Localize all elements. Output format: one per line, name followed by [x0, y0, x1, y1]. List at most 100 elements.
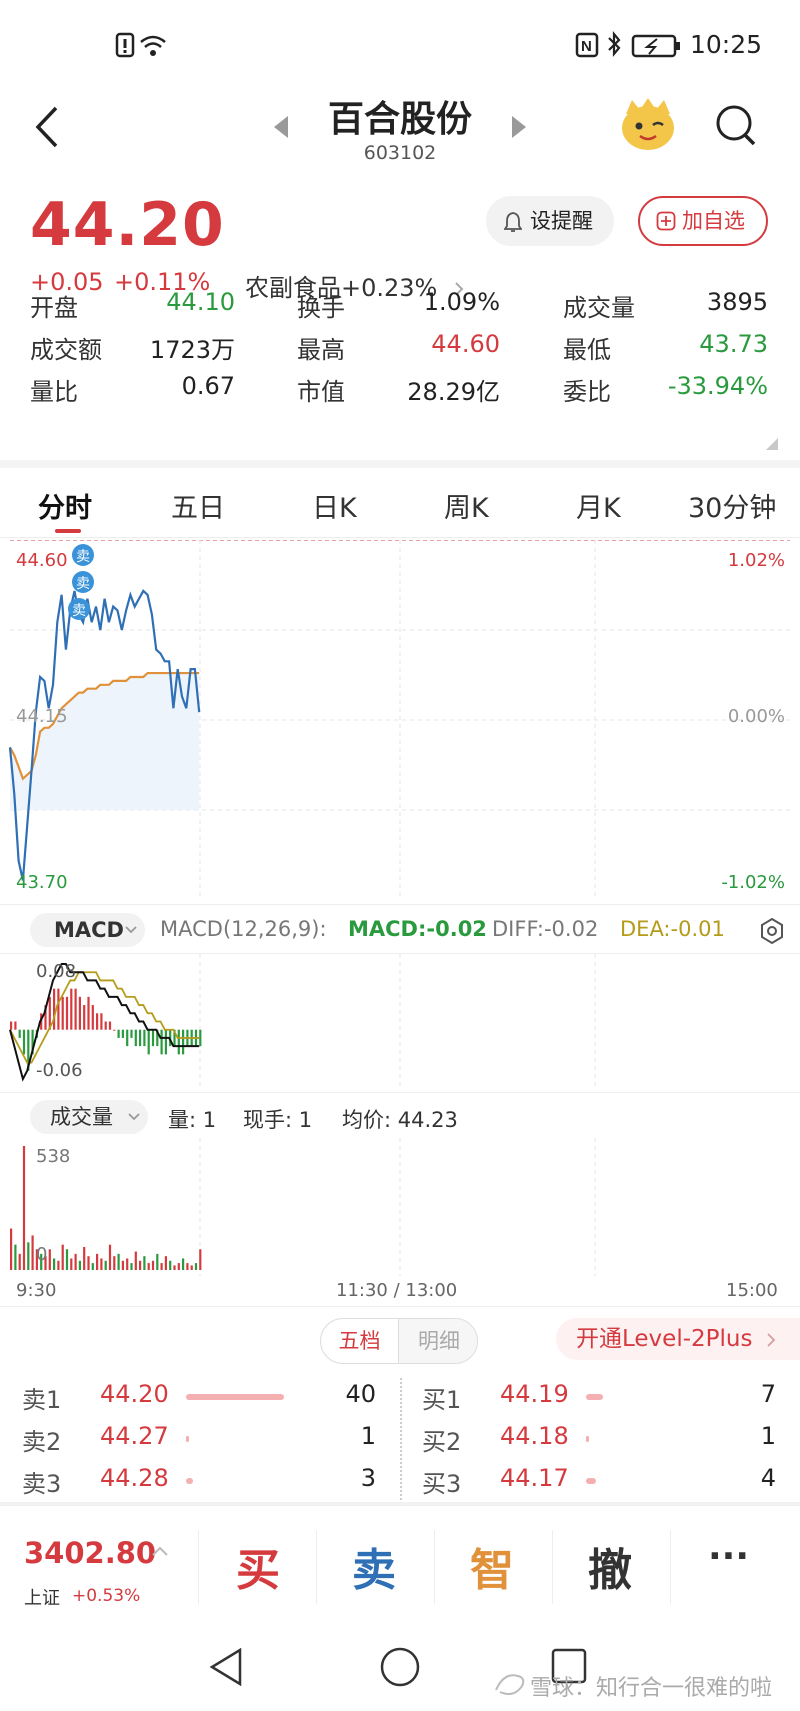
bid-price[interactable]: 44.19: [500, 1380, 569, 1408]
stat-value: 44.10: [166, 288, 235, 316]
search-icon[interactable]: [712, 102, 760, 150]
volume-bar: [22, 1146, 26, 1270]
intraday-chart[interactable]: 44.60 44.15 43.70 1.02% 0.00% -1.02% 卖 卖…: [0, 540, 800, 900]
pct-mid-label: 0.00%: [728, 706, 785, 727]
ask-label: 卖3: [22, 1470, 62, 1498]
volume-bar: [83, 1246, 86, 1270]
macd-bar: [74, 988, 77, 1030]
tab-five-day[interactable]: 五日: [171, 486, 225, 525]
order-book-tabs: 五档 明细: [320, 1318, 478, 1364]
volume-bar: [121, 1260, 124, 1270]
stock-name: 百合股份: [327, 99, 472, 140]
quote-panel: 44.20 设提醒 加自选 +0.05 +0.11% 农副食品+0.23% 开盘…: [0, 190, 800, 460]
tab-detail[interactable]: 明细: [399, 1319, 477, 1363]
stat-label: 最低: [563, 336, 611, 364]
chevron-right-icon: [767, 1332, 776, 1347]
volume-bar: [147, 1263, 150, 1270]
tab-intraday[interactable]: 分时: [38, 486, 92, 525]
tab-day-k[interactable]: 日K: [312, 486, 357, 525]
volume-selector-label: 成交量: [50, 1105, 113, 1129]
tab-30min[interactable]: 30分钟: [688, 486, 776, 525]
ask-price[interactable]: 44.27: [100, 1422, 169, 1450]
bid-volume: 1: [760, 1422, 776, 1450]
mascot-icon[interactable]: [618, 96, 678, 152]
ask-price[interactable]: 44.20: [100, 1380, 169, 1408]
stat-label: 开盘: [30, 294, 78, 322]
system-back-icon[interactable]: [209, 1647, 242, 1687]
chevron-down-icon: [128, 1113, 140, 1121]
y-low-label: 43.70: [16, 872, 68, 893]
next-stock-icon[interactable]: [508, 112, 530, 142]
alert-wifi-icon: [115, 32, 166, 58]
volume-bar: [169, 1260, 172, 1270]
stat-value: 0.67: [181, 372, 235, 400]
cancel-order-button[interactable]: 撤: [588, 1534, 632, 1598]
tab-week-k[interactable]: 周K: [444, 486, 489, 525]
ask-volume-bar: [186, 1394, 284, 1400]
macd-bar: [126, 1029, 129, 1047]
macd-bar: [134, 1029, 137, 1047]
index-value[interactable]: 3402.80: [24, 1536, 156, 1570]
sell-button[interactable]: 卖: [352, 1534, 396, 1598]
volume-selector[interactable]: 成交量: [30, 1100, 148, 1134]
corner-expand-icon[interactable]: [766, 438, 778, 450]
prev-stock-icon[interactable]: [270, 112, 292, 142]
level2-label: 开通Level-2Plus: [576, 1326, 753, 1352]
buy-button[interactable]: 买: [236, 1534, 280, 1598]
macd-chart[interactable]: 0.08 -0.06: [0, 954, 800, 1088]
back-icon[interactable]: [28, 102, 68, 152]
alert-button[interactable]: 设提醒: [486, 196, 614, 246]
volume-bar: [96, 1253, 99, 1270]
volume-qty: 量: 1: [168, 1108, 217, 1132]
current-price: 44.20: [30, 190, 225, 260]
macd-bar: [104, 1021, 107, 1030]
macd-bar: [96, 1013, 99, 1030]
settings-icon[interactable]: [758, 917, 786, 945]
bid-price[interactable]: 44.17: [500, 1464, 569, 1492]
tab-five-levels[interactable]: 五档: [321, 1319, 399, 1363]
macd-bar: [18, 1029, 21, 1038]
tab-month-k[interactable]: 月K: [576, 486, 621, 525]
macd-bar: [83, 1005, 86, 1030]
volume-chart[interactable]: 538 0 9:30: [0, 1138, 800, 1276]
volume-bar: [18, 1253, 21, 1270]
volume-bar: [113, 1256, 116, 1270]
ask-label: 卖2: [22, 1428, 62, 1456]
smart-button[interactable]: 智: [470, 1534, 514, 1598]
macd-bar: [177, 1029, 180, 1055]
bid-volume-bar: [586, 1436, 589, 1442]
pct-low-label: -1.02%: [721, 872, 785, 893]
more-button[interactable]: ···: [708, 1536, 749, 1577]
alert-label: 设提醒: [530, 209, 593, 233]
sell-marker-label: 卖: [72, 603, 86, 619]
tab-active-indicator: [55, 529, 81, 533]
macd-bar: [164, 1029, 167, 1055]
volume-bar: [177, 1263, 180, 1270]
time-end-label: 15:00: [726, 1280, 778, 1301]
stat-label: 成交额: [30, 336, 102, 364]
macd-bar: [100, 1013, 103, 1030]
level2-button[interactable]: 开通Level-2Plus: [556, 1318, 800, 1360]
stat-value: 1723万: [149, 336, 235, 364]
add-watchlist-button[interactable]: 加自选: [638, 196, 768, 246]
macd-bar: [61, 996, 64, 1030]
macd-value: MACD:-0.02: [348, 917, 487, 941]
plus-box-icon: [656, 211, 676, 231]
ask-price[interactable]: 44.28: [100, 1464, 169, 1492]
stat-label: 最高: [297, 336, 345, 364]
stat-value: -33.94%: [667, 372, 768, 400]
volume-bar: [108, 1244, 112, 1270]
macd-selector[interactable]: MACD: [30, 913, 145, 947]
volume-grid: [199, 1138, 596, 1276]
volume-bar: [199, 1249, 202, 1270]
nav-divider: [552, 1530, 553, 1604]
stock-code: 603102: [363, 142, 437, 164]
stat-label: 成交量: [563, 294, 635, 322]
system-home-icon[interactable]: [380, 1647, 420, 1687]
volume-bar: [164, 1256, 167, 1270]
bid-price[interactable]: 44.18: [500, 1422, 569, 1450]
macd-bar: [87, 996, 90, 1030]
header: 百合股份 603102: [0, 90, 800, 190]
macd-bar: [22, 1029, 26, 1055]
macd-bar: [65, 996, 69, 1030]
